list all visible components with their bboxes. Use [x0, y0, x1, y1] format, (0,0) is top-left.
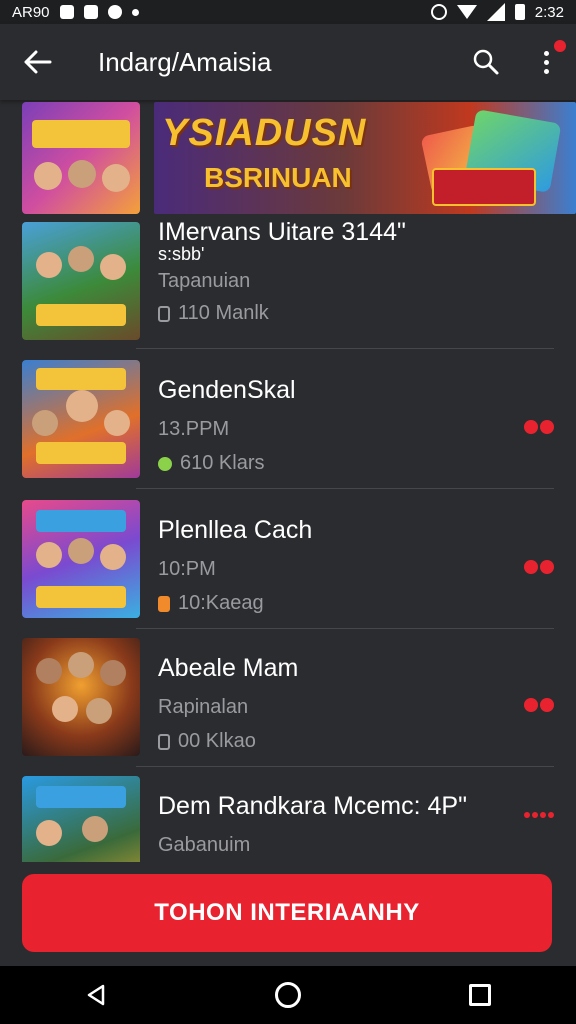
list-item[interactable]: IMervans Uitare 3144" s:sbb' Tapanuian 1…: [22, 218, 576, 342]
alarm-icon: [430, 4, 447, 20]
status-badge: [524, 420, 554, 434]
signal-icon: [486, 3, 505, 21]
arrow-left-icon: [24, 50, 52, 74]
carrier-label: AR90: [12, 3, 50, 21]
game-list[interactable]: YSIADUSN BSRINUAN IMervans Uitare 3144" …: [0, 100, 576, 862]
item-title: Abeale Mam: [158, 654, 299, 682]
back-button[interactable]: [0, 24, 76, 100]
game-thumbnail: [22, 776, 140, 862]
item-meta: 610 Klars: [158, 452, 265, 475]
dot-icon: [131, 8, 139, 16]
nav-recents-button[interactable]: [450, 966, 510, 1024]
item-meta-text: 610 Klars: [180, 452, 265, 474]
list-item[interactable]: GendenSkal 13.PPM 610 Klars: [22, 360, 576, 480]
player-icon: [158, 305, 170, 322]
system-nav-bar: [0, 966, 576, 1024]
nav-home-icon: [275, 982, 301, 1008]
more-vert-icon: [543, 50, 549, 74]
banner-title: YSIADUSN: [162, 112, 367, 154]
item-meta: 00 Klkao: [158, 730, 256, 753]
game-thumbnail: [22, 638, 140, 756]
item-meta-text: 10:Kaeag: [178, 592, 264, 614]
app-bar: Indarg/Amaisia: [0, 24, 576, 100]
player-icon: [158, 733, 170, 750]
item-meta-text: 00 Klkao: [178, 730, 256, 752]
clock: 2:32: [534, 3, 564, 21]
search-icon: [473, 49, 499, 75]
list-item[interactable]: Abeale Mam Rapinalan 00 Klkao: [22, 638, 576, 758]
status-badge: [524, 698, 554, 712]
gallery-icon: [59, 5, 74, 19]
banner-thumbnail: [22, 102, 140, 214]
item-subtitle: Tapanuian: [158, 270, 251, 292]
banner-logo: [432, 168, 536, 206]
game-thumbnail: [22, 500, 140, 618]
nav-back-button[interactable]: [66, 966, 126, 1024]
item-title: Dem Randkara Mcemc: 4P": [158, 792, 467, 820]
status-badge: [524, 812, 554, 818]
item-subtitle: Rapinalan: [158, 696, 249, 718]
player-icon: [158, 595, 170, 612]
game-thumbnail: [22, 222, 140, 340]
notification-dot: [554, 40, 566, 52]
item-subtitle: Gabanuim: [158, 834, 251, 856]
divider: [136, 766, 554, 767]
wifi-icon: [456, 5, 477, 19]
battery-icon: [514, 4, 525, 20]
item-meta: 10:Kaeag: [158, 592, 264, 615]
status-bar: AR90 2:32: [0, 0, 576, 24]
list-item[interactable]: Dem Randkara Mcemc: 4P" Gabanuim: [22, 776, 576, 862]
cta-container: TOHON INTERIAANHY: [0, 862, 576, 966]
page-title: Indarg/Amaisia: [98, 46, 272, 77]
nav-home-button[interactable]: [258, 966, 318, 1024]
more-options-button[interactable]: [516, 24, 576, 100]
list-item[interactable]: Plenllea Cach 10:PM 10:Kaeag: [22, 500, 576, 620]
primary-action-button[interactable]: TOHON INTERIAANHY: [22, 874, 552, 952]
item-subtitle: 13.PPM: [158, 418, 230, 440]
item-title: IMervans Uitare 3144": [158, 218, 406, 246]
divider: [136, 348, 554, 349]
search-button[interactable]: [456, 24, 516, 100]
users-icon: [158, 456, 172, 471]
featured-banner[interactable]: YSIADUSN BSRINUAN: [22, 102, 576, 214]
item-title: GendenSkal: [158, 376, 296, 404]
item-extra: s:sbb': [158, 244, 205, 264]
item-title: Plenllea Cach: [158, 516, 313, 544]
status-badge: [524, 560, 554, 574]
nav-recents-icon: [469, 984, 491, 1006]
notification-icon: [107, 5, 122, 19]
game-thumbnail: [22, 360, 140, 478]
item-meta: 110 Manlk: [158, 302, 269, 325]
banner-artwork: YSIADUSN BSRINUAN: [154, 102, 576, 214]
facebook-icon: [83, 5, 98, 19]
divider: [136, 628, 554, 629]
item-meta-text: 110 Manlk: [178, 302, 269, 324]
divider: [136, 488, 554, 489]
banner-subtitle: BSRINUAN: [204, 162, 352, 193]
nav-back-icon: [87, 984, 105, 1006]
item-subtitle: 10:PM: [158, 558, 216, 580]
